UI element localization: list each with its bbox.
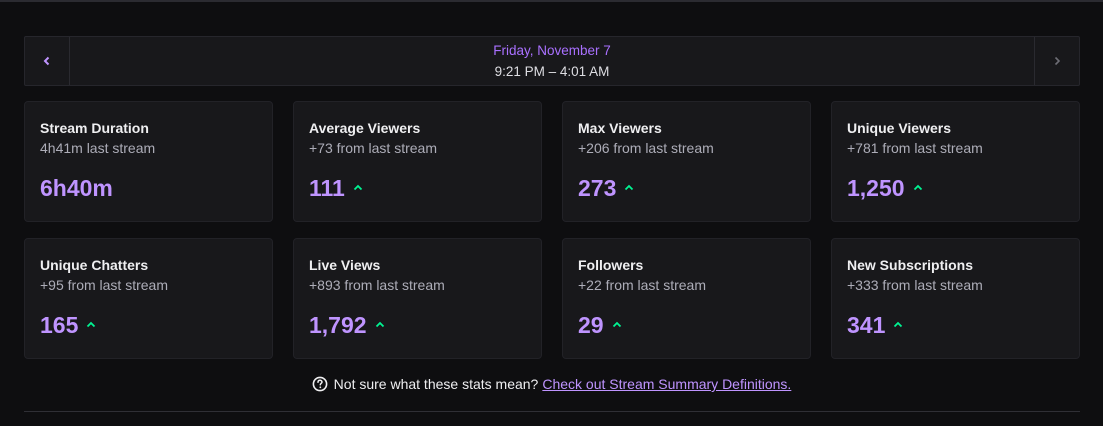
- stat-title: Average Viewers: [309, 120, 421, 136]
- trend-up-icon: [87, 321, 96, 328]
- trend-up-icon: [612, 321, 621, 328]
- stat-value: 273: [578, 175, 617, 201]
- stat-card-average-viewers: Average Viewers +73 from last stream 111: [293, 101, 542, 222]
- stat-value-row: 111: [309, 175, 363, 202]
- stats-help-note: Not sure what these stats mean? Check ou…: [0, 376, 1103, 395]
- chevron-left-icon: [43, 56, 50, 66]
- bottom-divider: [24, 411, 1080, 412]
- trend-up-icon: [353, 184, 362, 191]
- stat-value: 6h40m: [40, 175, 113, 201]
- stat-title: New Subscriptions: [847, 257, 974, 273]
- top-divider: [0, 0, 1103, 2]
- stat-comparison: +206 from last stream: [578, 140, 714, 156]
- stat-value: 341: [847, 312, 886, 338]
- stat-card-stream-duration: Stream Duration 4h41m last stream 6h40m: [24, 101, 273, 222]
- stat-value: 111: [309, 175, 345, 201]
- stat-value-row: 341: [847, 312, 903, 339]
- next-stream-button[interactable]: [1034, 37, 1079, 85]
- stat-value-row: 29: [578, 312, 622, 339]
- stat-card-unique-chatters: Unique Chatters +95 from last stream 165: [24, 238, 273, 359]
- chevron-right-icon: [1054, 56, 1061, 66]
- question-circle-icon: [312, 376, 328, 392]
- stat-title: Unique Viewers: [847, 120, 952, 136]
- stat-title: Stream Duration: [40, 120, 149, 136]
- stat-value-row: 165: [40, 312, 96, 339]
- trend-up-icon: [375, 321, 384, 328]
- stat-comparison: 4h41m last stream: [40, 140, 156, 156]
- stat-title: Followers: [578, 257, 644, 273]
- stat-comparison: +73 from last stream: [309, 140, 437, 156]
- stat-title: Max Viewers: [578, 120, 662, 136]
- stat-value: 165: [40, 312, 79, 338]
- stats-help-row: Not sure what these stats mean? Check ou…: [312, 376, 791, 392]
- stat-comparison: +22 from last stream: [578, 277, 706, 293]
- trend-up-icon: [913, 184, 922, 191]
- stat-value-row: 6h40m: [40, 175, 113, 202]
- stat-comparison: +781 from last stream: [847, 140, 983, 156]
- trend-up-icon: [625, 184, 634, 191]
- stat-value: 1,792: [309, 312, 367, 338]
- stat-title: Unique Chatters: [40, 257, 149, 273]
- stream-time-range: 9:21 PM – 4:01 AM: [494, 64, 610, 79]
- stat-card-unique-viewers: Unique Viewers +781 from last stream 1,2…: [831, 101, 1080, 222]
- stat-title: Live Views: [309, 257, 381, 273]
- stat-card-max-viewers: Max Viewers +206 from last stream 273: [562, 101, 811, 222]
- stat-card-followers: Followers +22 from last stream 29: [562, 238, 811, 359]
- stream-date-range: Friday, November 7 9:21 PM – 4:01 AM: [69, 37, 1035, 85]
- trend-up-icon: [894, 321, 903, 328]
- stream-date: Friday, November 7: [493, 43, 611, 58]
- date-navigator: Friday, November 7 9:21 PM – 4:01 AM: [24, 36, 1080, 86]
- stat-card-new-subscriptions: New Subscriptions +333 from last stream …: [831, 238, 1080, 359]
- stat-comparison: +95 from last stream: [40, 277, 168, 293]
- stat-value-row: 1,250: [847, 175, 923, 202]
- definitions-link[interactable]: Check out Stream Summary Definitions.: [542, 376, 791, 392]
- help-question-text: Not sure what these stats mean?: [333, 376, 539, 392]
- stat-comparison: +893 from last stream: [309, 277, 445, 293]
- stat-value-row: 1,792: [309, 312, 385, 339]
- stat-value: 1,250: [847, 175, 905, 201]
- stat-value-row: 273: [578, 175, 634, 202]
- previous-stream-button[interactable]: [25, 37, 70, 85]
- stat-value: 29: [578, 312, 604, 338]
- stat-comparison: +333 from last stream: [847, 277, 983, 293]
- stat-card-live-views: Live Views +893 from last stream 1,792: [293, 238, 542, 359]
